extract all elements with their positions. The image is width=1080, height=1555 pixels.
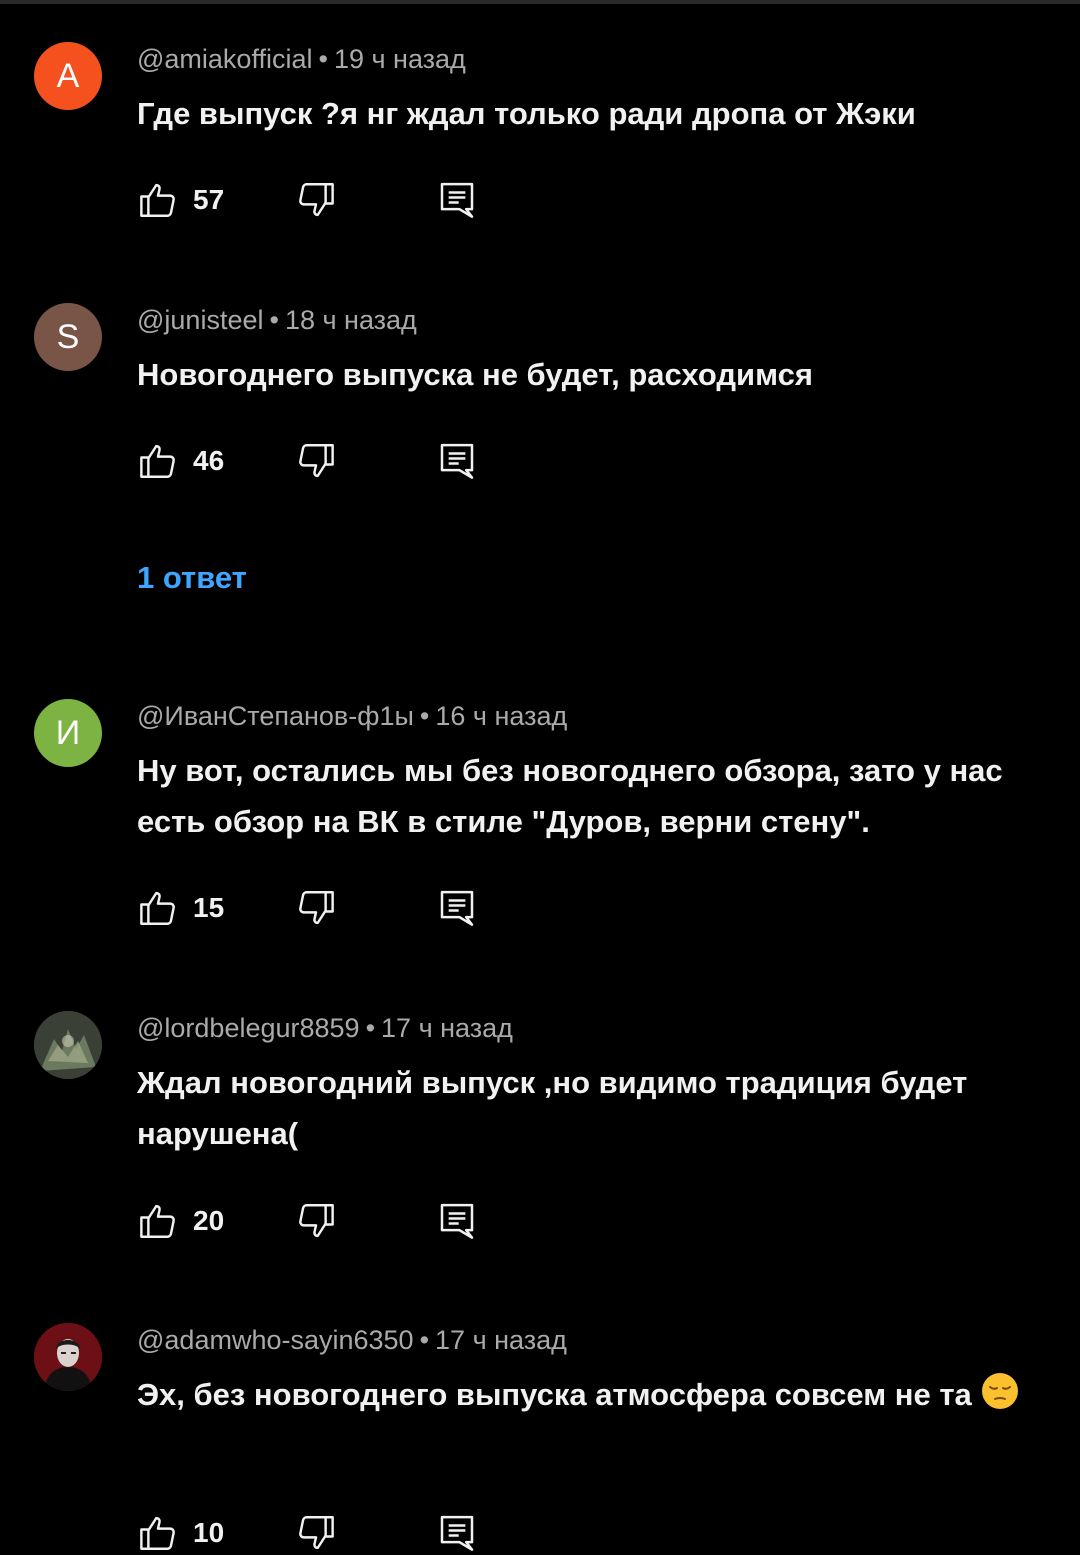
like-count: 57 [193, 184, 225, 215]
comment-actions: 46 [137, 439, 537, 483]
comment-text: Ждал новогодний выпуск ,но видимо традиц… [137, 1065, 968, 1151]
reply-icon [440, 443, 474, 479]
like-button[interactable]: 10 [137, 1511, 224, 1555]
reply-button[interactable] [437, 178, 477, 222]
reply-icon [440, 890, 474, 926]
avatar[interactable] [34, 1323, 102, 1391]
like-button[interactable]: 46 [137, 439, 224, 483]
thumb-up-icon [140, 183, 175, 217]
avatar-letter: И [55, 713, 81, 752]
comment-author[interactable]: @adamwho-sayin6350 [137, 1325, 414, 1355]
thumb-up-icon [140, 1516, 175, 1550]
comment-actions: 15 [137, 886, 537, 930]
avatar-image [34, 1011, 102, 1079]
top-divider [0, 0, 1080, 4]
like-count: 46 [193, 445, 225, 476]
pensive-face-emoji [982, 1373, 1019, 1409]
comment-actions: 20 [137, 1199, 537, 1243]
like-button[interactable]: 15 [137, 886, 224, 930]
comment-text: Где выпуск ?я нг ждал только ради дропа … [137, 96, 916, 131]
comment-author[interactable]: @ИванСтепанов-ф1ы [137, 701, 414, 731]
like-button[interactable]: 57 [137, 178, 224, 222]
reply-button[interactable] [437, 1199, 477, 1243]
comment-meta: @adamwho-sayin6350 • 17 ч назад [137, 1325, 567, 1355]
thumb-up-icon [140, 444, 175, 478]
reply-button[interactable] [437, 439, 477, 483]
comment-time[interactable]: 19 ч назад [334, 44, 466, 74]
comment-text: Эх, без новогоднего выпуска атмосфера со… [137, 1369, 1027, 1420]
comment-text-content: Эх, без новогоднего выпуска атмосфера со… [137, 1377, 972, 1412]
avatar-letter: S [56, 317, 80, 356]
reply-icon [440, 182, 474, 218]
avatar[interactable] [34, 1011, 102, 1079]
comment-time[interactable]: 18 ч назад [285, 305, 417, 335]
comment-time[interactable]: 17 ч назад [435, 1325, 567, 1355]
thumb-down-icon [299, 1516, 334, 1550]
like-count: 10 [193, 1517, 225, 1548]
comment-meta: @lordbelegur8859 • 17 ч назад [137, 1013, 513, 1043]
reply-button[interactable] [437, 1511, 477, 1555]
thumb-up-icon [140, 1204, 175, 1238]
reply-icon [440, 1515, 474, 1551]
avatar[interactable]: И [34, 699, 102, 767]
avatar-image [34, 1323, 102, 1391]
avatar[interactable]: S [34, 303, 102, 371]
like-button[interactable]: 20 [137, 1199, 224, 1243]
dislike-button[interactable] [295, 1199, 337, 1243]
comment-time[interactable]: 17 ч назад [381, 1013, 513, 1043]
reply-icon [440, 1203, 474, 1239]
like-count: 20 [193, 1205, 225, 1236]
dislike-button[interactable] [295, 178, 337, 222]
avatar-letter: A [56, 56, 80, 95]
comment-meta: @ИванСтепанов-ф1ы • 16 ч назад [137, 701, 568, 731]
comment-time[interactable]: 16 ч назад [435, 701, 567, 731]
thumb-down-icon [299, 1204, 334, 1238]
dislike-button[interactable] [295, 1511, 337, 1555]
comment-meta: @amiakofficial • 19 ч назад [137, 44, 466, 74]
comment-text: Новогоднего выпуска не будет, расходимся [137, 357, 813, 392]
comment-actions: 10 [137, 1511, 537, 1555]
avatar[interactable]: A [34, 42, 102, 110]
reply-button[interactable] [437, 886, 477, 930]
thumb-down-icon [299, 183, 334, 217]
comment-author[interactable]: @lordbelegur8859 [137, 1013, 360, 1043]
dislike-button[interactable] [295, 886, 337, 930]
comment-author[interactable]: @junisteel [137, 305, 263, 335]
dislike-button[interactable] [295, 439, 337, 483]
comment-actions: 57 [137, 178, 537, 222]
like-count: 15 [193, 892, 225, 923]
comment-author[interactable]: @amiakofficial [137, 44, 312, 74]
thumb-down-icon [299, 444, 334, 478]
comment-text: Ну вот, остались мы без новогоднего обзо… [137, 753, 1003, 839]
comment-meta: @junisteel • 18 ч назад [137, 305, 417, 335]
thumb-down-icon [299, 891, 334, 925]
view-replies-link[interactable]: 1 ответ [137, 560, 247, 596]
thumb-up-icon [140, 891, 175, 925]
